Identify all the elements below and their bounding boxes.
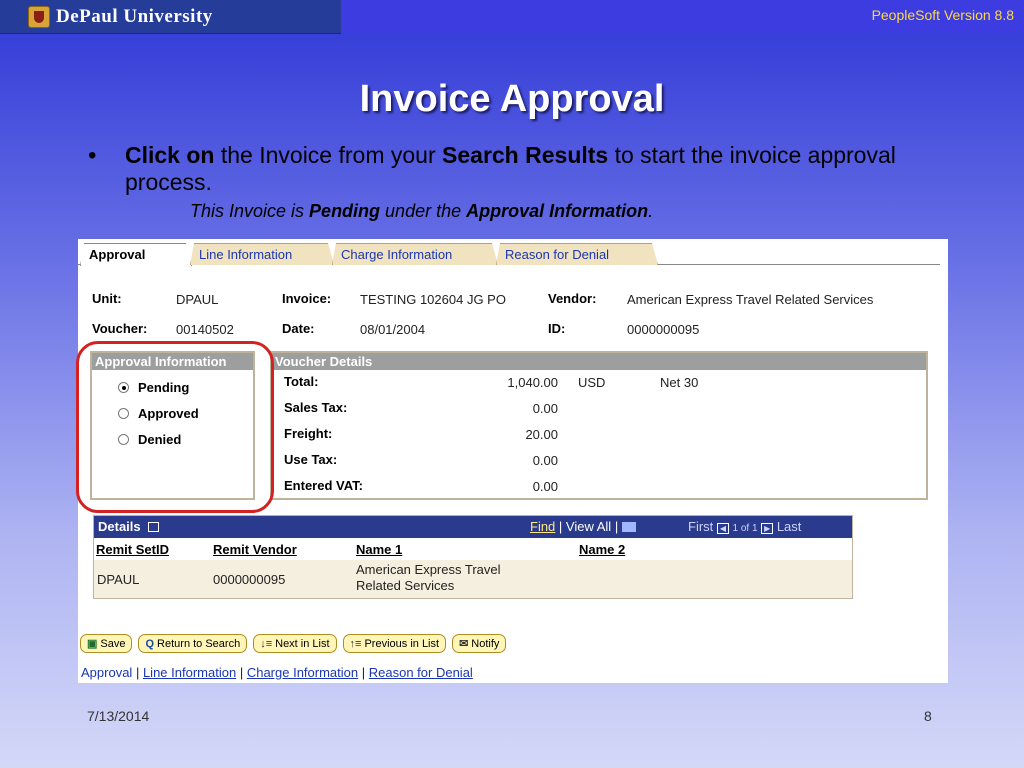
link-separator: | bbox=[239, 665, 244, 680]
entered-vat-label: Entered VAT: bbox=[284, 478, 363, 493]
previous-row-icon[interactable]: ◀ bbox=[716, 523, 729, 534]
tab-line-information[interactable]: Line Information bbox=[190, 243, 334, 265]
last-link[interactable]: Last bbox=[777, 519, 802, 534]
unit-value: DPAUL bbox=[176, 292, 219, 307]
save-label: Save bbox=[100, 637, 126, 650]
freight-label: Freight: bbox=[284, 426, 333, 441]
next-in-list-label: Next in List bbox=[275, 637, 330, 650]
remit-setid-cell: DPAUL bbox=[97, 572, 140, 587]
bullet-marker: • bbox=[88, 142, 97, 169]
column-remit-setid: Remit SetID bbox=[96, 542, 169, 557]
view-all-link[interactable]: View All bbox=[566, 519, 611, 534]
previous-in-list-button[interactable]: ↑≡ Previous in List bbox=[342, 634, 447, 653]
previous-in-list-label: Previous in List bbox=[364, 637, 440, 650]
note-part3: . bbox=[648, 201, 654, 221]
footer-date: 7/13/2014 bbox=[87, 708, 150, 724]
date-label: Date: bbox=[282, 321, 315, 336]
note-bold-approval: Approval Information bbox=[466, 201, 649, 221]
university-name: DePaul University bbox=[56, 5, 213, 27]
top-banner: DePaul University PeopleSoft Version 8.8 bbox=[0, 0, 1024, 34]
note-part1: This Invoice is bbox=[190, 201, 310, 221]
row-range: 1 of 1 bbox=[732, 523, 758, 534]
voucher-details-title: Voucher Details bbox=[272, 353, 926, 370]
id-label: ID: bbox=[548, 321, 566, 336]
download-grid-icon[interactable] bbox=[621, 522, 636, 532]
link-approval[interactable]: Approval bbox=[81, 665, 132, 680]
voucher-details-box: Voucher Details Total: 1,040.00 USD Net … bbox=[270, 351, 928, 500]
bullet-bold-click: Click on bbox=[125, 142, 215, 168]
slide-title: Invoice Approval bbox=[359, 78, 665, 120]
notify-label: Notify bbox=[471, 637, 500, 650]
details-grid: Details Find | View All | First ◀ 1 of 1… bbox=[93, 515, 853, 599]
tab-reason-for-denial[interactable]: Reason for Denial bbox=[496, 243, 658, 265]
tab-charge-information[interactable]: Charge Information bbox=[332, 243, 498, 265]
tab-strip: Approval Line Information Charge Informa… bbox=[78, 243, 940, 265]
details-header: Details Find | View All | First ◀ 1 of 1… bbox=[94, 516, 852, 538]
details-title: Details bbox=[98, 519, 141, 534]
expand-grid-icon[interactable] bbox=[148, 522, 160, 532]
link-separator: | bbox=[135, 665, 140, 680]
invoice-label: Invoice: bbox=[282, 291, 332, 306]
notify-icon: ✉ bbox=[459, 638, 469, 650]
table-row: DPAUL 0000000095 American Express Travel… bbox=[94, 560, 852, 598]
previous-list-icon: ↑≡ bbox=[349, 637, 362, 650]
id-value: 0000000095 bbox=[627, 322, 700, 337]
voucher-label: Voucher: bbox=[92, 321, 148, 336]
tab-approval[interactable]: Approval bbox=[80, 243, 192, 266]
total-amount: 1,040.00 bbox=[507, 375, 558, 390]
toolbar: ▣ Save Q Return to Search ↓≡ Next in Lis… bbox=[80, 634, 507, 653]
payment-terms: Net 30 bbox=[660, 375, 699, 390]
column-name-2: Name 2 bbox=[579, 542, 626, 557]
note-bold-pending: Pending bbox=[309, 201, 381, 221]
use-tax-label: Use Tax: bbox=[284, 452, 338, 467]
notify-button[interactable]: ✉ Notify bbox=[452, 634, 507, 653]
voucher-value: 00140502 bbox=[176, 322, 234, 337]
note-part2: under the bbox=[380, 201, 467, 221]
pending-note: This Invoice is Pending under the Approv… bbox=[190, 201, 653, 222]
next-list-icon: ↓≡ bbox=[260, 637, 273, 650]
highlight-oval bbox=[76, 341, 274, 513]
invoice-value: TESTING 102604 JG PO bbox=[360, 292, 506, 307]
name1-cell-line1: American Express Travel bbox=[356, 562, 501, 577]
page-links: Approval | Line Information | Charge Inf… bbox=[81, 665, 473, 680]
bullet-instruction: Click on the Invoice from your Search Re… bbox=[125, 142, 905, 196]
version-label: PeopleSoft Version 8.8 bbox=[871, 7, 1014, 23]
entered-vat-amount: 0.00 bbox=[532, 479, 558, 494]
sales-tax-label: Sales Tax: bbox=[284, 400, 348, 415]
link-line-information[interactable]: Line Information bbox=[143, 665, 236, 680]
sales-tax-amount: 0.00 bbox=[532, 401, 558, 416]
use-tax-amount: 0.00 bbox=[532, 453, 558, 468]
footer-page-number: 8 bbox=[924, 708, 932, 724]
link-charge-information[interactable]: Charge Information bbox=[247, 665, 358, 680]
name1-cell-line2: Related Services bbox=[356, 578, 455, 593]
column-name-1: Name 1 bbox=[356, 542, 403, 557]
link-reason-for-denial[interactable]: Reason for Denial bbox=[369, 665, 473, 680]
university-logo: DePaul University bbox=[0, 0, 341, 34]
total-currency: USD bbox=[578, 375, 606, 390]
freight-amount: 20.00 bbox=[525, 427, 558, 442]
save-button[interactable]: ▣ Save bbox=[80, 634, 133, 653]
first-link[interactable]: First bbox=[688, 519, 713, 534]
vendor-label: Vendor: bbox=[548, 291, 597, 306]
find-link[interactable]: Find bbox=[530, 519, 555, 534]
column-remit-vendor: Remit Vendor bbox=[213, 542, 297, 557]
bullet-text-part1: the Invoice from your bbox=[214, 142, 443, 168]
search-icon: Q bbox=[145, 637, 155, 650]
link-separator: | bbox=[361, 665, 366, 680]
save-icon: ▣ bbox=[87, 638, 98, 650]
return-to-search-label: Return to Search bbox=[157, 637, 241, 650]
remit-vendor-cell: 0000000095 bbox=[213, 572, 286, 587]
vendor-value: American Express Travel Related Services bbox=[627, 292, 874, 307]
next-row-icon[interactable]: ▶ bbox=[761, 523, 774, 534]
date-value: 08/01/2004 bbox=[360, 322, 426, 337]
bullet-bold-results: Search Results bbox=[442, 142, 609, 168]
unit-label: Unit: bbox=[92, 291, 122, 306]
university-seal-icon bbox=[28, 5, 50, 28]
return-to-search-button[interactable]: Q Return to Search bbox=[138, 634, 248, 653]
next-in-list-button[interactable]: ↓≡ Next in List bbox=[253, 634, 337, 653]
total-label: Total: bbox=[284, 374, 319, 389]
